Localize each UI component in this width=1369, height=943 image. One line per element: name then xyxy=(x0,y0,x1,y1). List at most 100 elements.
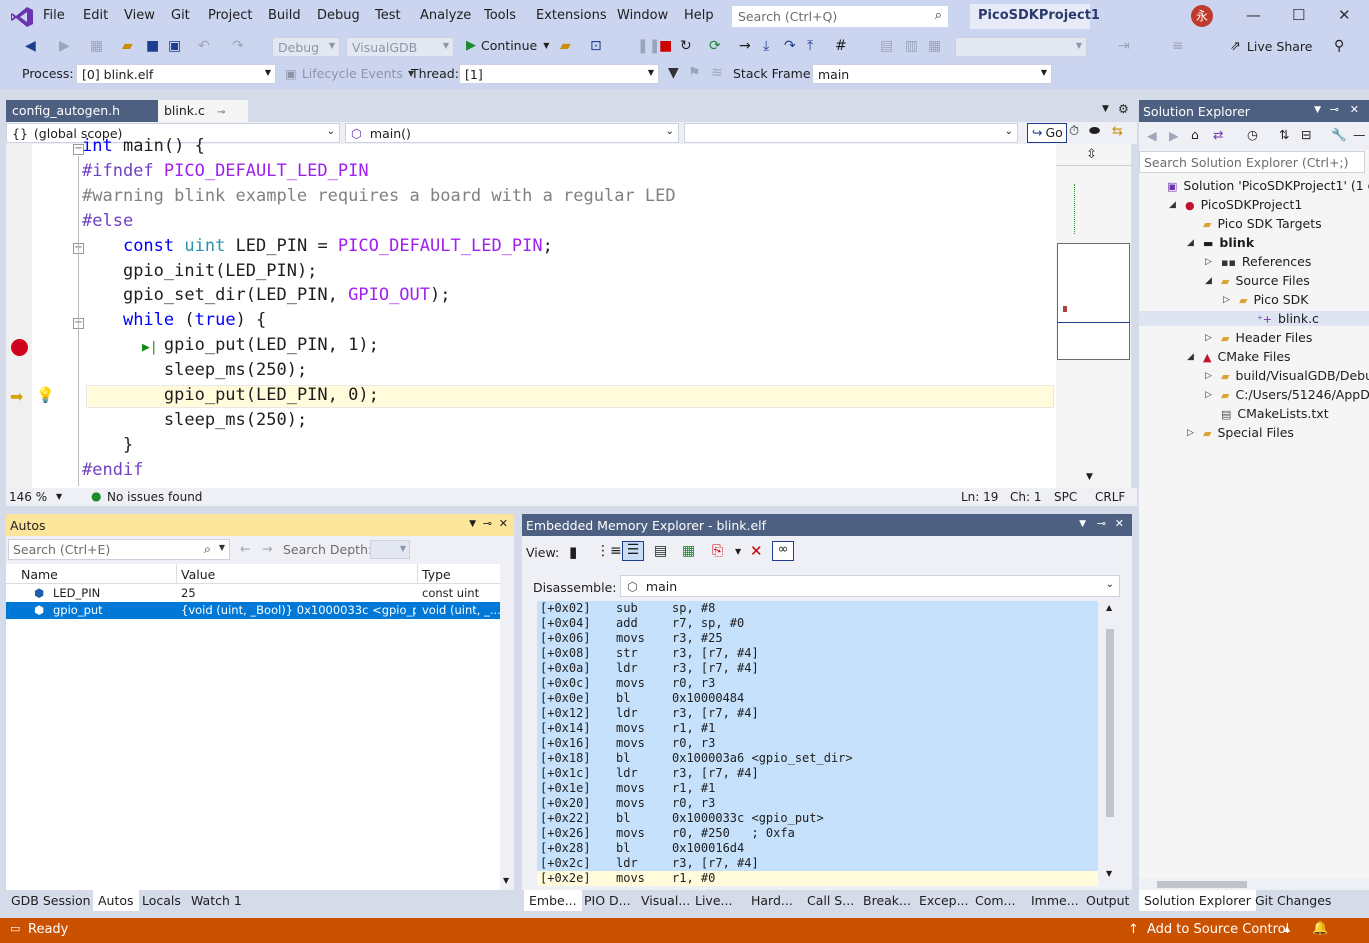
code-line[interactable]: } xyxy=(82,435,133,460)
link-icon[interactable]: ∞ xyxy=(772,541,794,561)
code-line[interactable]: #endif xyxy=(82,460,143,485)
scroll-thumb[interactable] xyxy=(1106,629,1114,817)
menu-item-debug[interactable]: Debug xyxy=(317,8,360,23)
glyph-margin[interactable] xyxy=(6,144,32,488)
close-window-icon[interactable]: ✕ xyxy=(1338,6,1351,24)
code-line[interactable]: #ifndef PICO_DEFAULT_LED_PIN xyxy=(82,161,369,186)
chevron-down-icon[interactable]: ▼ xyxy=(735,547,741,556)
minimize-icon[interactable]: — xyxy=(1246,6,1261,24)
code-line[interactable]: const uint LED_PIN = PICO_DEFAULT_LED_PI… xyxy=(82,236,553,261)
menu-item-test[interactable]: Test xyxy=(375,8,401,23)
back-icon[interactable]: ← xyxy=(240,541,250,556)
collapsed-arrow-icon[interactable]: ▷ xyxy=(1223,295,1230,305)
breakpoint-icon[interactable] xyxy=(11,339,28,356)
format-icon[interactable]: ≡ xyxy=(1172,38,1184,54)
asm-line[interactable]: [+0x0c] movs r0, r3 xyxy=(540,676,715,691)
refresh-document-icon[interactable]: ⎘ xyxy=(712,543,723,559)
tree-item[interactable]: ▰ build/VisualGDB/Debug xyxy=(1221,368,1369,383)
zoom-level[interactable]: 146 % xyxy=(9,490,47,504)
code-line[interactable]: sleep_ms(250); xyxy=(82,410,307,435)
asm-line[interactable]: [+0x14] movs r1, #1 xyxy=(540,721,715,736)
hex-display-icon[interactable]: # xyxy=(835,38,847,54)
step-over-icon[interactable]: ↷ xyxy=(784,38,796,54)
save-all-icon[interactable]: ▣ xyxy=(168,38,181,54)
menu-item-help[interactable]: Help xyxy=(684,8,714,23)
pin-icon[interactable]: ⊸ xyxy=(1097,517,1106,530)
pin-icon[interactable]: ⊸ xyxy=(217,107,225,118)
code-line[interactable]: #else xyxy=(82,211,133,236)
collapse-all-icon[interactable]: ⊟ xyxy=(1301,127,1311,142)
sync-icon[interactable]: ⇆ xyxy=(1112,124,1123,139)
configuration-select[interactable]: Debug ▼ xyxy=(272,37,340,57)
flag-icon[interactable]: ⚑ xyxy=(688,65,701,81)
chevron-down-icon[interactable]: ▼ xyxy=(56,492,62,501)
thread-select[interactable]: [1] ▼ xyxy=(459,64,659,84)
switch-views-icon[interactable]: ⇄ xyxy=(1213,127,1223,142)
open-folder-icon[interactable]: ▰ xyxy=(122,38,133,54)
row-value[interactable]: {void (uint, _Bool)} 0x1000033c <gpio_pu… xyxy=(181,603,416,617)
tree-item[interactable]: ▲ CMake Files xyxy=(1203,349,1291,364)
show-next-statement-icon[interactable]: → xyxy=(739,38,751,54)
pin-icon[interactable]: ⊸ xyxy=(483,517,492,530)
tab-locals[interactable]: Locals xyxy=(137,890,186,911)
properties-wrench-icon[interactable]: 🔧 xyxy=(1331,127,1347,143)
asm-line[interactable]: [+0x0e] bl 0x10000484 xyxy=(540,691,744,706)
pin-icon[interactable]: ⊸ xyxy=(1330,103,1339,116)
add-to-source-control[interactable]: Add to Source Control xyxy=(1147,922,1289,937)
function-select[interactable]: ⬡ main() ⌄ xyxy=(345,123,679,143)
step-out-icon[interactable]: ⤒ xyxy=(807,38,813,54)
scroll-thumb[interactable] xyxy=(1157,881,1247,888)
code-line[interactable]: #warning blink example requires a board … xyxy=(82,186,676,211)
memory-view-icon[interactable]: ▮ xyxy=(569,543,577,561)
sync-icon[interactable]: ⇅ xyxy=(1279,127,1289,142)
new-project-icon[interactable]: ▦ xyxy=(90,38,103,54)
stop-icon[interactable]: ■ xyxy=(659,38,672,54)
line-ending[interactable]: CRLF xyxy=(1095,490,1125,504)
step-into-icon[interactable]: ⤓ xyxy=(763,38,769,54)
asm-line[interactable]: [+0x2c] ldr r3, [r7, #4] xyxy=(540,856,759,871)
disassembly-view-icon[interactable]: ☰ xyxy=(622,541,644,561)
expanded-arrow-icon[interactable]: ◢ xyxy=(1169,200,1176,210)
code-line[interactable]: gpio_init(LED_PIN); xyxy=(82,261,317,286)
tab-bottom-piod[interactable]: PIO D... xyxy=(579,890,636,911)
go-button[interactable]: ↪ Go xyxy=(1027,123,1067,143)
scroll-down-icon[interactable]: ▼ xyxy=(503,876,509,885)
open-file-icon[interactable]: ▰ xyxy=(560,38,571,54)
code-line[interactable]: gpio_set_dir(LED_PIN, GPIO_OUT); xyxy=(82,285,451,310)
disassembly-scrollbar[interactable]: ▲ ▼ xyxy=(1101,601,1119,886)
menu-item-build[interactable]: Build xyxy=(268,8,301,23)
asm-line[interactable]: [+0x08] str r3, [r7, #4] xyxy=(540,646,759,661)
row-value[interactable]: 25 xyxy=(181,586,196,600)
asm-line[interactable]: [+0x22] bl 0x1000033c <gpio_put> xyxy=(540,811,824,826)
split-icon[interactable]: ⇳ xyxy=(1086,147,1097,162)
more-icon[interactable]: — xyxy=(1353,127,1366,142)
pending-changes-icon[interactable]: ◷ xyxy=(1247,127,1258,142)
close-panel-icon[interactable]: ✕ xyxy=(499,517,508,530)
tree-item[interactable]: ▬ blink xyxy=(1203,235,1254,250)
code-line[interactable]: sleep_ms(250); xyxy=(82,360,307,385)
lightbulb-icon[interactable]: 💡 xyxy=(36,386,55,404)
stack-frame-select[interactable]: main ▼ xyxy=(812,64,1052,84)
tab-overflow-icon[interactable]: ▼ xyxy=(1102,104,1109,114)
home-icon[interactable]: ⌂ xyxy=(1191,127,1199,142)
lifecycle-events-button[interactable]: ▣ Lifecycle Events ▼ xyxy=(285,66,414,81)
disassemble-select[interactable]: ⬡ main ⌄ xyxy=(620,575,1120,597)
scroll-down-icon[interactable]: ▼ xyxy=(1086,472,1093,482)
back-icon[interactable]: ◀ xyxy=(1147,128,1157,143)
save-icon[interactable]: ■ xyxy=(146,38,159,54)
asm-line[interactable]: [+0x04] add r7, sp, #0 xyxy=(540,616,744,631)
menu-item-extensions[interactable]: Extensions xyxy=(536,8,607,23)
solution-platform-select[interactable]: ▼ xyxy=(955,37,1087,57)
asm-line[interactable]: [+0x20] movs r0, r3 xyxy=(540,796,715,811)
tree-item[interactable]: ▰ Pico SDK xyxy=(1239,292,1308,307)
collapsed-arrow-icon[interactable]: ▷ xyxy=(1187,428,1194,438)
scroll-down-icon[interactable]: ▼ xyxy=(1106,869,1112,878)
back-icon[interactable]: ◀ xyxy=(25,38,36,54)
code-line[interactable]: gpio_put(LED_PIN, 0); xyxy=(82,385,379,410)
source-view-icon[interactable]: ▤ xyxy=(654,543,667,559)
asm-line[interactable]: [+0x02] sub sp, #8 xyxy=(540,601,715,616)
bookmark-icon[interactable]: ▦ xyxy=(928,38,941,54)
map-viewport[interactable] xyxy=(1057,243,1130,360)
tree-item[interactable]: ● PicoSDKProject1 xyxy=(1185,197,1302,212)
redo-icon[interactable]: ↷ xyxy=(232,38,244,54)
